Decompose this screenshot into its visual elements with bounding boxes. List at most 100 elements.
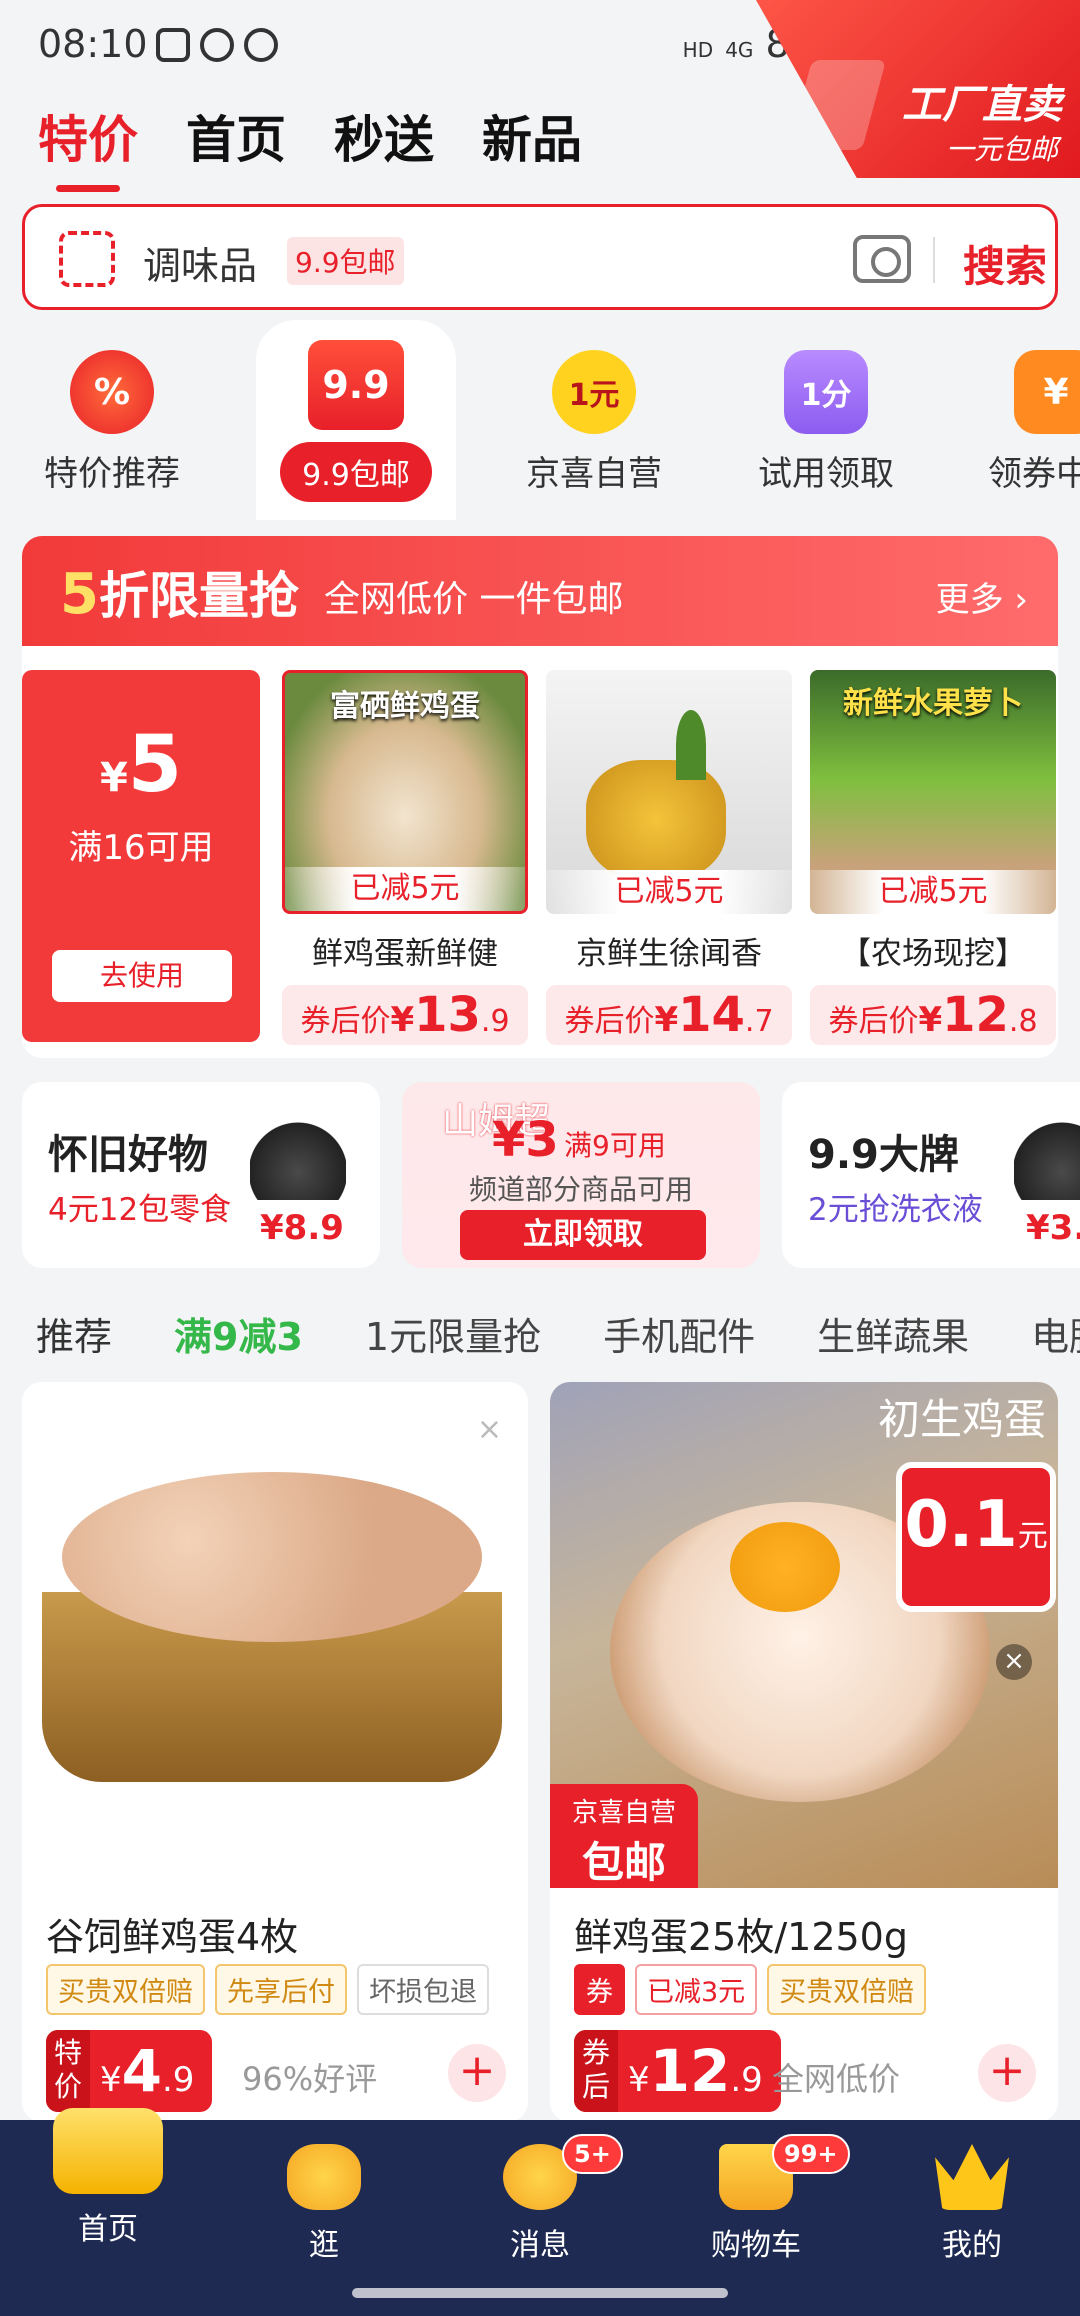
tab-recommend[interactable]: 推荐: [36, 1306, 112, 1361]
egg-yolk-shape: [730, 1522, 840, 1612]
tab-new[interactable]: 新品: [482, 100, 582, 172]
search-input[interactable]: 调味品: [143, 235, 257, 290]
tab-one-yuan[interactable]: 1元限量抢: [365, 1306, 541, 1361]
network-gen: 4G: [725, 38, 754, 62]
self-operated-badge: 京喜自营 包邮: [550, 1784, 698, 1888]
add-to-cart-icon[interactable]: +: [978, 2044, 1036, 2102]
nav-browse[interactable]: 逛: [216, 2120, 432, 2280]
product-image-pineapple: 已减5元: [546, 670, 792, 914]
home-crown-icon: [53, 2108, 163, 2194]
price-currency: ¥: [918, 1000, 943, 1040]
close-icon[interactable]: ×: [996, 1644, 1032, 1680]
product-name: 鲜鸡蛋新鲜健: [312, 936, 498, 972]
tab-phone-accessories[interactable]: 手机配件: [603, 1306, 755, 1361]
coupon-use-button[interactable]: 去使用: [52, 950, 232, 1002]
product-card[interactable]: × 谷饲鲜鸡蛋4枚 买贵双倍赔 先享后付 坏损包退 特价 ¥4.9 96%好评 …: [22, 1382, 528, 2122]
nav-label: 消息: [510, 2228, 570, 2263]
search-bar[interactable]: 调味品 9.9包邮 搜索: [22, 204, 1058, 310]
pineapple-leaves: [676, 710, 706, 780]
price-currency: ¥: [100, 2060, 122, 2100]
category-9-9-shipping[interactable]: 9.9 9.9包邮: [256, 320, 456, 520]
product-price: 券后价¥13.9: [282, 985, 528, 1045]
tab-computer[interactable]: 电脑: [1031, 1306, 1080, 1361]
price-dec: .7: [744, 1004, 774, 1039]
tab-instant-delivery[interactable]: 秒送: [334, 100, 434, 172]
nav-home[interactable]: 首页: [0, 2108, 216, 2280]
category-jx-self[interactable]: 1元 京喜自营: [494, 330, 694, 495]
price-label: 券后价: [300, 1004, 391, 1039]
coupon-amount: ¥5: [22, 720, 260, 810]
status-time: 08:10: [38, 22, 148, 66]
search-button[interactable]: 搜索: [963, 233, 1047, 294]
tab-home[interactable]: 首页: [186, 100, 286, 172]
category-label: 9.9包邮: [280, 442, 432, 502]
promo-brand[interactable]: 9.9大牌 2元抢洗衣液 ¥3.6: [782, 1082, 1080, 1268]
nav-label: 首页: [78, 2212, 138, 2247]
product-tag: 已减3元: [635, 1964, 758, 2015]
nav-me[interactable]: 我的: [864, 2120, 1080, 2280]
floating-coupon[interactable]: 0.1元: [896, 1462, 1056, 1612]
top-nav: 特价 首页 秒送 新品: [38, 100, 582, 192]
category-trial[interactable]: 1分 试用领取: [726, 330, 926, 495]
product-tag: 买贵双倍赔: [46, 1964, 205, 2015]
coupon-condition: 满16可用: [68, 828, 214, 868]
network-type: HD: [682, 38, 714, 62]
flash-item[interactable]: 富硒鲜鸡蛋 已减5元 鲜鸡蛋新鲜健 券后价¥13.9: [282, 670, 528, 1045]
flash-sale-more-link[interactable]: 更多 ›: [936, 572, 1028, 621]
promo-cards: 怀旧好物 4元12包零食 ¥8.9 山姆超 ¥3 满9可用 频道部分商品可用 立…: [0, 1082, 1080, 1268]
flash-item[interactable]: 新鲜水果萝卜 已减5元 【农场现挖】 券后价¥12.8: [810, 670, 1056, 1045]
product-title: 谷饲鲜鸡蛋4枚: [46, 1915, 299, 1959]
flash-sale-title-text: 折限量抢: [98, 567, 299, 625]
product-price: 特价 ¥4.9: [46, 2030, 213, 2112]
coupon-card: ¥5 满16可用 去使用: [22, 670, 260, 1042]
category-coupons[interactable]: ¥ 领券中: [958, 330, 1080, 495]
product-reduce-tag: 已减5元: [810, 870, 1056, 914]
price-int: 4: [121, 2037, 162, 2105]
price-int: 13: [414, 987, 481, 1043]
promo-subtitle: 4元12包零食: [48, 1192, 232, 1228]
price-dec: .8: [1008, 1004, 1038, 1039]
promo-nostalgic[interactable]: 怀旧好物 4元12包零食 ¥8.9: [22, 1082, 380, 1268]
claim-coupon-button[interactable]: 立即领取: [460, 1210, 706, 1260]
floating-price: 0.1: [904, 1488, 1018, 1562]
product-price: 券后价¥12.8: [810, 985, 1056, 1045]
gesture-bar[interactable]: [352, 2288, 728, 2298]
promo-price: ¥8.9: [260, 1208, 344, 1248]
nav-cart[interactable]: 购物车 99+: [648, 2120, 864, 2280]
promo-desc: 频道部分商品可用: [468, 1173, 693, 1206]
category-label: 特价推荐: [44, 454, 180, 494]
category-label: 试用领取: [758, 454, 894, 494]
image-caption: 初生鸡蛋: [877, 1395, 1046, 1444]
category-label: 领券中: [988, 454, 1080, 494]
factory-title: 工厂直卖: [902, 82, 1062, 128]
price-dec: .9: [162, 2060, 195, 2100]
category-special-recommend[interactable]: % 特价推荐: [12, 330, 212, 495]
message-badge: 5+: [562, 2134, 623, 2174]
flash-item[interactable]: 已减5元 京鲜生徐闻香 券后价¥14.7: [546, 670, 792, 1045]
factory-logo-icon: [787, 60, 887, 150]
search-tag: 9.9包邮: [287, 237, 404, 285]
scan-icon[interactable]: [59, 231, 115, 287]
nav-messages[interactable]: 消息 5+: [432, 2120, 648, 2280]
shopping-bag-icon: 1分: [784, 350, 868, 434]
product-image: 初生鸡蛋 京喜自营 包邮 0.1元 ×: [550, 1382, 1058, 1888]
camera-icon[interactable]: [853, 235, 911, 283]
percent-flame-icon: %: [70, 350, 154, 434]
wechat-icon: [200, 28, 234, 62]
badge-top: 京喜自营: [571, 1798, 676, 1828]
price-currency: ¥: [390, 1000, 415, 1040]
tab-fresh[interactable]: 生鲜蔬果: [817, 1306, 969, 1361]
tab-discount[interactable]: 满9减3: [174, 1306, 303, 1361]
close-icon[interactable]: ×: [477, 1412, 502, 1447]
product-card[interactable]: 初生鸡蛋 京喜自营 包邮 0.1元 × 鲜鸡蛋25枚/1250g 券 已减3元 买…: [550, 1382, 1058, 2122]
price-label: 券后: [574, 2030, 618, 2112]
tab-special-price[interactable]: 特价: [38, 100, 138, 192]
product-name: 【农场现挖】: [840, 936, 1026, 972]
add-to-cart-icon[interactable]: +: [448, 2044, 506, 2102]
price-value: ¥12.9: [628, 2037, 763, 2105]
product-image-caption: 富硒鲜鸡蛋: [330, 689, 480, 724]
promo-title: 怀旧好物: [48, 1132, 208, 1178]
product-image-radish: 新鲜水果萝卜 已减5元: [810, 670, 1056, 914]
product-image-caption: 新鲜水果萝卜: [843, 686, 1023, 721]
promo-coupon[interactable]: 山姆超 ¥3 满9可用 频道部分商品可用 立即领取: [402, 1082, 760, 1268]
